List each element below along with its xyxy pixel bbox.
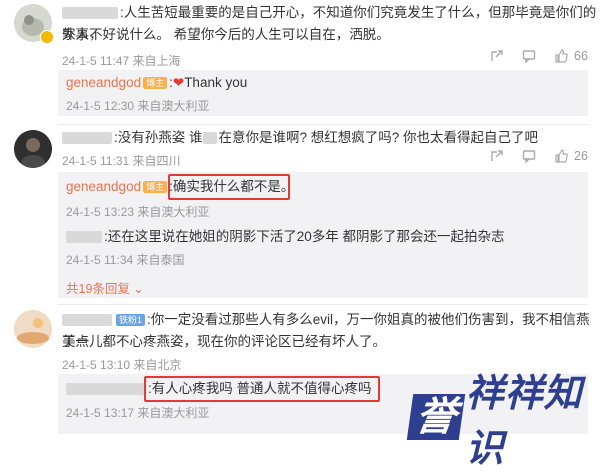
- share-button[interactable]: [490, 49, 504, 63]
- reply-text: :还在这里说在她姐的阴影下活了20多年 都阴影了那会还一起拍杂志: [66, 226, 505, 248]
- comment-text: :没有孙燕姿 谁在意你是谁啊? 想红想疯了吗? 你也太看得起自己了吧: [62, 127, 538, 149]
- divider: [58, 124, 588, 125]
- comment-actions: 26: [490, 149, 588, 163]
- divider: [58, 304, 588, 305]
- thumbs-up-icon: [555, 49, 568, 63]
- avatar[interactable]: [14, 130, 52, 168]
- reply-meta: 24-1-5 11:34 来自泰国: [66, 253, 185, 267]
- blurred-username[interactable]: [62, 314, 112, 327]
- watermark-mark: 誉: [406, 394, 465, 440]
- thumbs-up-icon: [555, 149, 568, 163]
- blurred-username[interactable]: [66, 231, 102, 244]
- share-icon: [491, 150, 503, 161]
- reply-meta: 24-1-5 13:23 来自澳大利亚: [66, 205, 210, 219]
- reply-text: geneandgod 博主:❤Thank you: [66, 75, 248, 90]
- highlight-box: [168, 174, 290, 200]
- share-button[interactable]: [490, 149, 504, 163]
- reply-username[interactable]: geneandgod: [66, 75, 141, 90]
- comment-text-line2: 外人不好说什么。 希望你今后的人生可以自在，洒脱。: [62, 27, 390, 42]
- reply-button[interactable]: [522, 149, 536, 163]
- more-replies-link[interactable]: 共19条回复 ⌄: [66, 278, 144, 297]
- blurred-username[interactable]: [62, 132, 112, 145]
- author-badge: 博主: [143, 77, 168, 90]
- reply-button[interactable]: [522, 49, 536, 63]
- comment-meta: 24-1-5 13:10 来自北京: [62, 358, 182, 372]
- comment-actions: 66: [490, 49, 588, 63]
- share-icon: [491, 50, 503, 61]
- fan-badge: 铁粉1: [116, 314, 146, 327]
- chevron-down-icon: ⌄: [133, 282, 144, 296]
- author-badge: 博主: [143, 181, 168, 194]
- like-button[interactable]: 66: [554, 49, 588, 63]
- heart-icon: ❤: [172, 75, 185, 90]
- comment-text-line2: 丁点儿都不心疼燕姿，现在你的评论区已经有坏人了。: [62, 334, 386, 349]
- like-button[interactable]: 26: [554, 149, 588, 163]
- like-count: 26: [574, 149, 588, 163]
- like-count: 66: [574, 49, 588, 63]
- watermark-logo: 誉 祥祥知识: [406, 362, 600, 472]
- blurred-username[interactable]: [62, 7, 118, 20]
- comment-meta: 24-1-5 11:31 来自四川: [62, 154, 181, 168]
- comment-icon: [522, 150, 536, 163]
- comment-icon: [522, 50, 536, 63]
- reply-meta: 24-1-5 12:30 来自澳大利亚: [66, 99, 210, 113]
- comment-meta: 24-1-5 11:47 来自上海: [62, 54, 181, 68]
- blurred-username[interactable]: [66, 383, 146, 396]
- reply-meta: 24-1-5 13:17 来自澳大利亚: [66, 406, 210, 420]
- blurred-word: [202, 132, 217, 145]
- highlight-box: [144, 376, 380, 402]
- verified-badge-icon: [40, 30, 54, 44]
- avatar[interactable]: [14, 310, 52, 348]
- watermark-text: 祥祥知识: [465, 373, 583, 470]
- reply-username[interactable]: geneandgod: [66, 179, 141, 194]
